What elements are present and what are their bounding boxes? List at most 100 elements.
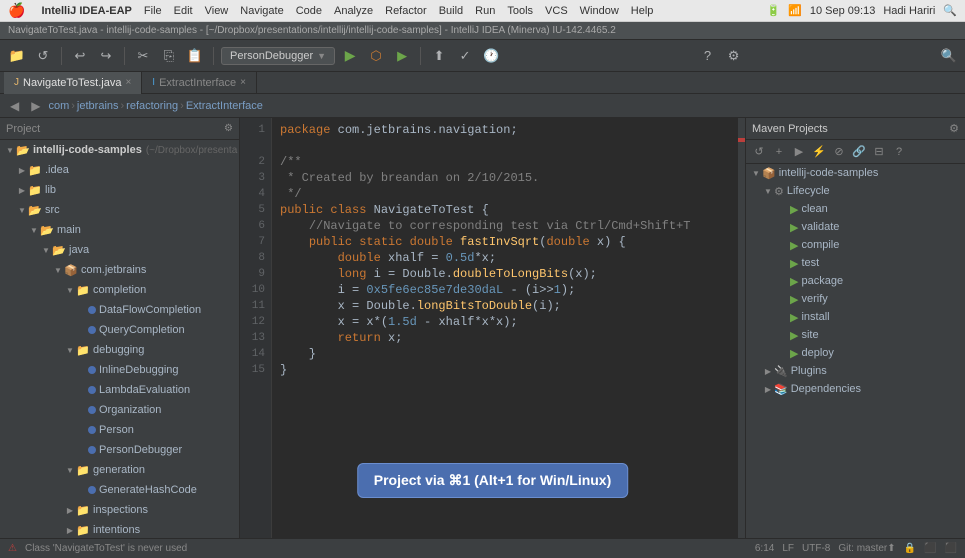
toolbar-paste-btn[interactable]: 📋: [184, 45, 206, 67]
status-git[interactable]: Git: master⬆: [838, 543, 895, 554]
maven-add-btn[interactable]: +: [770, 143, 788, 161]
vcs-commit-btn[interactable]: ✓: [454, 45, 476, 67]
apple-menu[interactable]: 🍎: [8, 2, 25, 19]
tree-completion[interactable]: ▼ 📁 completion: [0, 280, 239, 300]
maven-lifecycle-section[interactable]: ▼ ⚙ Lifecycle: [746, 182, 965, 200]
search-icon[interactable]: 🔍: [943, 4, 957, 17]
tree-inspections[interactable]: ▶ 📁 inspections: [0, 500, 239, 520]
maven-clean[interactable]: ▶ clean: [746, 200, 965, 218]
tree-main[interactable]: ▼ 📂 main: [0, 220, 239, 240]
toolbar-search[interactable]: 🔍: [939, 46, 959, 66]
toolbar-undo-btn[interactable]: ↩: [69, 45, 91, 67]
tree-root[interactable]: ▼ 📂 intellij-code-samples (~/Dropbox/pre…: [0, 140, 239, 160]
tree-inline-debug[interactable]: InlineDebugging: [0, 360, 239, 380]
menu-build[interactable]: Build: [439, 5, 463, 17]
menu-window[interactable]: Window: [580, 5, 619, 17]
menu-edit[interactable]: Edit: [174, 5, 193, 17]
vcs-history-btn[interactable]: 🕐: [480, 45, 502, 67]
plugins-label: Plugins: [791, 365, 827, 377]
maven-collapse-btn[interactable]: ⊟: [870, 143, 888, 161]
tree-generate-hashcode[interactable]: GenerateHashCode: [0, 480, 239, 500]
menu-code[interactable]: Code: [296, 5, 322, 17]
maven-install[interactable]: ▶ install: [746, 308, 965, 326]
maven-validate[interactable]: ▶ validate: [746, 218, 965, 236]
status-encoding[interactable]: UTF-8: [802, 543, 830, 554]
toolbar-copy-btn[interactable]: ⎘: [158, 45, 180, 67]
tree-src[interactable]: ▼ 📂 src: [0, 200, 239, 220]
tree-intentions[interactable]: ▶ 📁 intentions: [0, 520, 239, 538]
status-lf[interactable]: LF: [782, 543, 794, 554]
toolbar-redo-btn[interactable]: ↪: [95, 45, 117, 67]
tab-ei-close-btn[interactable]: ×: [240, 77, 246, 88]
maven-title: Maven Projects: [752, 123, 828, 135]
deps-arrow: ▶: [762, 383, 774, 395]
maven-help-btn[interactable]: ?: [890, 143, 908, 161]
maven-plugins-section[interactable]: ▶ 🔌 Plugins: [746, 362, 965, 380]
toolbar-project-btn[interactable]: 📁: [6, 45, 28, 67]
maven-compile[interactable]: ▶ compile: [746, 236, 965, 254]
tree-dataflow[interactable]: DataFlowCompletion: [0, 300, 239, 320]
menu-file[interactable]: File: [144, 5, 162, 17]
navbar-forward-btn[interactable]: ▶: [27, 97, 44, 115]
tree-com-jetbrains[interactable]: ▼ 📦 com.jetbrains: [0, 260, 239, 280]
tab-navigate-to-test[interactable]: J NavigateToTest.java ×: [4, 72, 142, 94]
nav-jetbrains[interactable]: jetbrains: [77, 100, 119, 112]
maven-refresh-btn[interactable]: ↺: [750, 143, 768, 161]
tree-lib[interactable]: ▶ 📁 lib: [0, 180, 239, 200]
menu-analyze[interactable]: Analyze: [334, 5, 373, 17]
toolbar-settings-btn[interactable]: ⚙: [723, 45, 745, 67]
maven-show-deps-btn[interactable]: 🔗: [850, 143, 868, 161]
status-position[interactable]: 6:14: [755, 543, 774, 554]
menu-navigate[interactable]: Navigate: [240, 5, 283, 17]
run-button[interactable]: ▶: [339, 45, 361, 67]
maven-execute-btn[interactable]: ▶: [790, 143, 808, 161]
maven-package[interactable]: ▶ package: [746, 272, 965, 290]
run-config-selector[interactable]: PersonDebugger ▼: [221, 47, 335, 65]
maven-dependencies-section[interactable]: ▶ 📚 Dependencies: [746, 380, 965, 398]
maven-test[interactable]: ▶ test: [746, 254, 965, 272]
maven-settings-icon[interactable]: ⚙: [949, 122, 959, 135]
menu-tools[interactable]: Tools: [507, 5, 533, 17]
menu-help[interactable]: Help: [631, 5, 654, 17]
sidebar-settings-icon[interactable]: ⚙: [224, 123, 233, 134]
tree-person-debugger[interactable]: PersonDebugger: [0, 440, 239, 460]
tree-java[interactable]: ▼ 📂 java: [0, 240, 239, 260]
tree-debugging[interactable]: ▼ 📁 debugging: [0, 340, 239, 360]
tree-organization[interactable]: Organization: [0, 400, 239, 420]
tab-extract-interface[interactable]: I ExtractInterface ×: [142, 72, 257, 94]
tree-generation[interactable]: ▼ 📁 generation: [0, 460, 239, 480]
sidebar-header: Project ⚙: [0, 118, 239, 140]
nav-refactoring[interactable]: refactoring: [126, 100, 178, 112]
maven-skip-tests-btn[interactable]: ⊘: [830, 143, 848, 161]
site-label: site: [801, 329, 818, 341]
maven-verify[interactable]: ▶ verify: [746, 290, 965, 308]
menu-view[interactable]: View: [205, 5, 229, 17]
run-with-coverage-btn[interactable]: ▶: [391, 45, 413, 67]
toolbar-help-btn[interactable]: ?: [697, 45, 719, 67]
tree-query-completion[interactable]: QueryCompletion: [0, 320, 239, 340]
vcs-update-btn[interactable]: ⬆: [428, 45, 450, 67]
debug-arrow: ▼: [64, 344, 76, 356]
nav-com[interactable]: com: [48, 100, 69, 112]
tree-person[interactable]: Person: [0, 420, 239, 440]
nav-extract-interface[interactable]: ExtractInterface: [186, 100, 263, 112]
error-marker: [738, 138, 745, 142]
navbar-back-btn[interactable]: ◀: [6, 97, 23, 115]
menu-vcs[interactable]: VCS: [545, 5, 568, 17]
maven-deploy[interactable]: ▶ deploy: [746, 344, 965, 362]
debug-button[interactable]: ⬡: [365, 45, 387, 67]
menu-refactor[interactable]: Refactor: [385, 5, 427, 17]
tab-close-btn[interactable]: ×: [125, 77, 131, 88]
menu-run[interactable]: Run: [475, 5, 495, 17]
id-label: InlineDebugging: [99, 364, 179, 376]
compile-label: compile: [801, 239, 839, 251]
toolbar-cut-btn[interactable]: ✂: [132, 45, 154, 67]
tree-lambda-eval[interactable]: LambdaEvaluation: [0, 380, 239, 400]
maven-run-btn[interactable]: ⚡: [810, 143, 828, 161]
maven-site[interactable]: ▶ site: [746, 326, 965, 344]
maven-root[interactable]: ▼ 📦 intellij-code-samples: [746, 164, 965, 182]
toolbar-sync-btn[interactable]: ↺: [32, 45, 54, 67]
tree-idea[interactable]: ▶ 📁 .idea: [0, 160, 239, 180]
site-icon: ▶: [790, 329, 798, 342]
le-icon: [88, 386, 96, 394]
